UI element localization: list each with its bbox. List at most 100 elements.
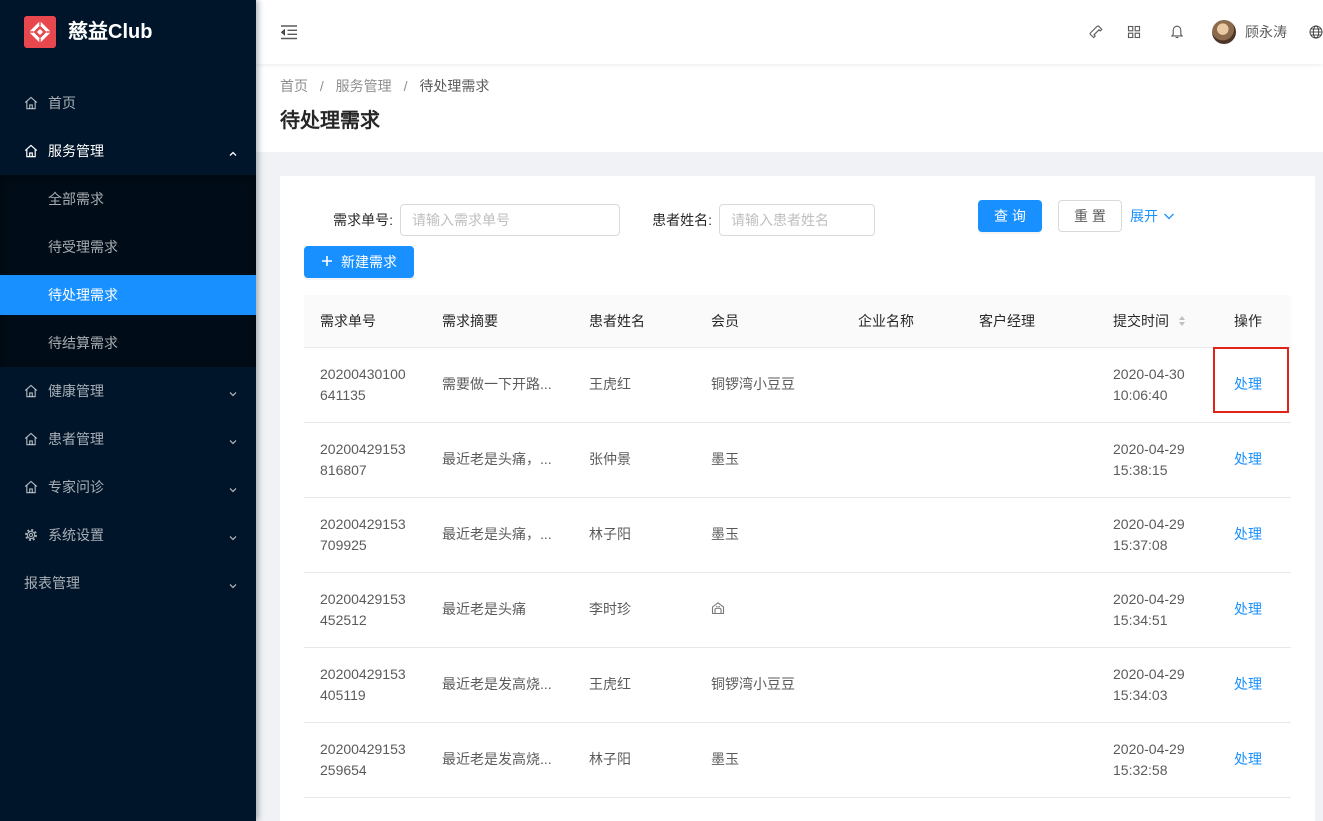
submit-time-cell: 2020-04-30 10:06:40 <box>1097 347 1218 423</box>
order-id-text: 20200429153452512 <box>320 590 406 628</box>
plus-icon <box>321 254 333 270</box>
process-link[interactable]: 处理 <box>1234 526 1262 542</box>
action-cell: 处理 <box>1218 572 1291 648</box>
chevron-up-icon <box>228 146 238 156</box>
sidebar-item-service-management[interactable]: 服务管理 <box>0 131 256 171</box>
gear-icon <box>24 528 38 542</box>
order-id-text: 20200429153709925 <box>320 515 406 553</box>
column-header-member: 会员 <box>695 295 842 348</box>
sidebar-item-report-management[interactable]: 报表管理 <box>0 563 256 603</box>
summary-text: 最近老是发高烧... <box>442 676 552 692</box>
patient-name-cell: 王虎红 <box>573 347 695 423</box>
submit-time-text: 2020-04-29 15:38:15 <box>1113 440 1185 478</box>
sidebar-item-label: 待结算需求 <box>48 335 118 351</box>
avatar[interactable] <box>1212 20 1236 44</box>
company-cell <box>842 422 963 498</box>
summary-text: 最近老是头痛，... <box>442 526 552 542</box>
patient-name-input[interactable] <box>719 204 875 236</box>
member-cell: 铜锣湾小豆豆 <box>695 647 842 723</box>
table-row: 20200429153452512 最近老是头痛 李时珍 2020-04-29 15:… <box>304 572 1291 648</box>
column-header-actions: 操作 <box>1218 295 1291 348</box>
emoji-icon <box>711 600 725 621</box>
summary-text: 最近老是发高烧... <box>442 751 552 767</box>
patient-name-cell: 林子阳 <box>573 722 695 798</box>
process-link[interactable]: 处理 <box>1234 376 1262 392</box>
sidebar-item-label: 待处理需求 <box>48 287 118 303</box>
sidebar-item-home[interactable]: 首页 <box>0 83 256 123</box>
order-no-label: 需求单号: <box>333 212 393 228</box>
company-cell <box>842 497 963 573</box>
sidebar-item-health-management[interactable]: 健康管理 <box>0 371 256 411</box>
reset-button[interactable]: 重 置 <box>1058 200 1122 232</box>
action-cell: 处理 <box>1218 722 1291 798</box>
breadcrumb-service-management[interactable]: 服务管理 <box>336 78 392 94</box>
order-id-cell: 20200429153709925 <box>304 497 426 573</box>
appstore-icon[interactable] <box>1127 25 1141 39</box>
table-row: 20200429153259654 最近老是发高烧... 林子阳 墨玉 2020-04-… <box>304 722 1291 798</box>
submit-time-cell: 2020-04-29 15:32:58 <box>1097 722 1218 798</box>
summary-cell: 最近老是头痛，... <box>426 497 573 573</box>
table-row: 20200429153816807 最近老是头痛，... 张仲景 墨玉 2020-04-… <box>304 422 1291 498</box>
member-cell: 铜锣湾小豆豆 <box>695 347 842 423</box>
column-header-submit-time[interactable]: 提交时间 <box>1097 295 1218 348</box>
sidebar-item-label: 健康管理 <box>48 383 104 399</box>
menu-fold-icon[interactable] <box>280 23 298 41</box>
user-name[interactable]: 顾永涛 <box>1245 21 1287 43</box>
patient-name-cell: 李时珍 <box>573 572 695 648</box>
home-icon <box>24 144 38 158</box>
sidebar-item-label: 系统设置 <box>48 527 104 543</box>
column-header-company: 企业名称 <box>842 295 963 348</box>
process-link[interactable]: 处理 <box>1234 751 1262 767</box>
chevron-down-icon <box>1158 210 1175 222</box>
sidebar-item-label: 报表管理 <box>24 575 80 591</box>
patient-name-cell: 张仲景 <box>573 422 695 498</box>
logo[interactable]: 慈益Club <box>24 16 152 48</box>
sidebar-item-label: 专家问诊 <box>48 479 104 495</box>
company-cell <box>842 572 963 648</box>
sidebar-item-to-accept-requests[interactable]: 待受理需求 <box>0 227 256 267</box>
sidebar-item-label: 首页 <box>48 95 76 111</box>
company-cell <box>842 347 963 423</box>
sidebar-item-label: 待受理需求 <box>48 239 118 255</box>
expand-toggle[interactable]: 展开 <box>1130 200 1175 232</box>
submit-time-cell: 2020-04-29 15:38:15 <box>1097 422 1218 498</box>
process-link[interactable]: 处理 <box>1234 451 1262 467</box>
order-no-input[interactable] <box>400 204 620 236</box>
manager-cell <box>963 422 1097 498</box>
sidebar-item-patient-management[interactable]: 患者管理 <box>0 419 256 459</box>
breadcrumb-home[interactable]: 首页 <box>280 78 308 94</box>
sidebar-item-to-settle-requests[interactable]: 待结算需求 <box>0 323 256 363</box>
table-header-row: 需求单号 需求摘要 患者姓名 会员 企业名称 客户经理 提交时间 操作 <box>304 295 1291 348</box>
order-id-cell: 20200429153259654 <box>304 722 426 798</box>
chevron-down-icon <box>228 434 238 445</box>
order-id-cell: 20200429153452512 <box>304 572 426 648</box>
sort-icon[interactable] <box>1169 315 1186 327</box>
process-link[interactable]: 处理 <box>1234 676 1262 692</box>
process-link[interactable]: 处理 <box>1234 601 1262 617</box>
table-row: 20200429153405119 最近老是发高烧... 王虎红 铜锣湾小豆豆 2020… <box>304 647 1291 723</box>
patient-name-label: 患者姓名: <box>652 212 712 228</box>
sidebar-item-pending-requests[interactable]: 待处理需求 <box>0 275 256 315</box>
page-title: 待处理需求 <box>280 110 380 132</box>
summary-text: 需要做一下开路... <box>442 376 552 392</box>
order-id-cell: 20200429153405119 <box>304 647 426 723</box>
bell-icon[interactable] <box>1170 25 1184 39</box>
sidebar-item-expert-consultation[interactable]: 专家问诊 <box>0 467 256 507</box>
submit-time-cell: 2020-04-29 15:34:51 <box>1097 572 1218 648</box>
phone-icon[interactable] <box>1089 25 1103 39</box>
company-cell <box>842 722 963 798</box>
sidebar-item-label: 服务管理 <box>48 143 104 159</box>
summary-cell: 最近老是发高烧... <box>426 647 573 723</box>
expand-label: 展开 <box>1130 208 1158 224</box>
sidebar-item-system-settings[interactable]: 系统设置 <box>0 515 256 555</box>
sidebar-item-label: 患者管理 <box>48 431 104 447</box>
globe-icon[interactable] <box>1309 25 1323 39</box>
sidebar-item-all-requests[interactable]: 全部需求 <box>0 179 256 219</box>
query-button[interactable]: 查 询 <box>978 200 1042 232</box>
column-header-manager: 客户经理 <box>963 295 1097 348</box>
order-id-text: 20200430100641135 <box>320 365 406 403</box>
new-request-button[interactable]: 新建需求 <box>304 246 414 278</box>
manager-cell <box>963 647 1097 723</box>
member-text: 墨玉 <box>711 751 739 767</box>
top-header: 顾永涛 <box>256 0 1323 64</box>
